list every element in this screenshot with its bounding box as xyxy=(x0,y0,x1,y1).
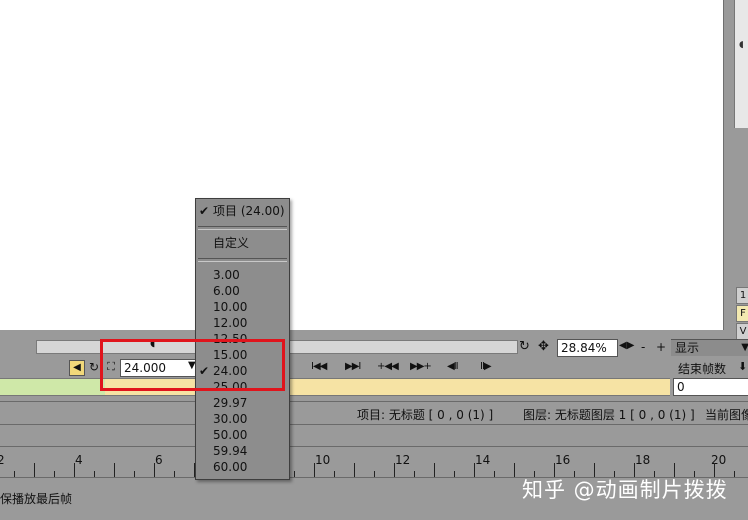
menu-divider xyxy=(198,258,287,262)
ruler-tick xyxy=(34,463,35,477)
zoom-step-icon[interactable]: ◀▶ xyxy=(619,340,634,351)
ruler-label: 2 xyxy=(0,453,5,467)
ruler-tick xyxy=(374,471,375,477)
add-next-button[interactable]: ▶▶+ xyxy=(410,361,432,372)
menu-item-label: 59.94 xyxy=(213,444,248,458)
view-select-value: 显示 xyxy=(675,341,700,355)
ruler-tick xyxy=(54,471,55,477)
menu-item-rate[interactable]: 60.00 xyxy=(196,459,289,475)
side-tabs: 1 F V xyxy=(736,287,748,341)
ruler-tick xyxy=(294,471,295,477)
layer-bar-start[interactable] xyxy=(0,378,105,396)
menu-item-rate[interactable]: 29.97 xyxy=(196,395,289,411)
watermark: 知乎 @动画制片拨拨 xyxy=(522,478,728,502)
status-text: 保播放最后帧 xyxy=(0,492,73,506)
project-info: 项目: 无标题 [ 0 , 0 (1) ] xyxy=(357,408,494,422)
ruler-tick xyxy=(734,471,735,477)
menu-divider xyxy=(198,226,287,230)
ruler-label: 4 xyxy=(75,453,83,467)
menu-item-label: 60.00 xyxy=(213,460,248,474)
side-tab-f[interactable]: F xyxy=(736,305,748,322)
menu-item-rate[interactable]: 30.00 xyxy=(196,411,289,427)
layer-info: 图层: 无标题图层 1 [ 0 , 0 (1) ] xyxy=(523,408,695,422)
menu-item-rate[interactable]: 12.00 xyxy=(196,315,289,331)
ruler-tick xyxy=(494,471,495,477)
menu-item-rate[interactable]: 59.94 xyxy=(196,443,289,459)
ruler-label: 16 xyxy=(555,453,571,467)
zoom-input[interactable]: 28.84% xyxy=(557,339,618,357)
ruler-label: 14 xyxy=(475,453,491,467)
side-tab-1[interactable]: 1 xyxy=(736,287,748,304)
menu-item-rate[interactable]: 6.00 xyxy=(196,283,289,299)
ruler-tick xyxy=(114,463,115,477)
zoom-in-button[interactable]: + xyxy=(656,340,666,354)
first-frame-button[interactable]: I◀◀ xyxy=(311,361,327,372)
current-image-info: 当前图像 xyxy=(705,408,748,422)
menu-item-label: 10.00 xyxy=(213,300,248,314)
ruler-tick xyxy=(174,471,175,477)
highlight-annotation xyxy=(100,339,285,391)
ruler-tick xyxy=(474,463,475,477)
view-select[interactable]: 显示 ▼ xyxy=(671,339,748,356)
menu-item-rate[interactable]: 50.00 xyxy=(196,427,289,443)
ruler-tick xyxy=(94,471,95,477)
step-forward-button[interactable]: II▶ xyxy=(480,361,492,372)
center-view-icon[interactable]: ✥ xyxy=(538,339,549,354)
scroll-dot-icon: ◖ xyxy=(739,40,744,50)
menu-item-label: 50.00 xyxy=(213,428,248,442)
menu-item-label: 3.00 xyxy=(213,268,240,282)
ruler-tick xyxy=(434,463,435,477)
zoom-out-button[interactable]: - xyxy=(641,340,645,354)
ruler-tick xyxy=(314,463,315,477)
last-frame-button[interactable]: ▶▶I xyxy=(345,361,361,372)
checkmark-icon: ✔ xyxy=(199,204,210,218)
ruler-tick xyxy=(334,471,335,477)
menu-item-label: 30.00 xyxy=(213,412,248,426)
menu-item-project[interactable]: ✔ 项目 (24.00) xyxy=(196,203,289,219)
ruler-tick xyxy=(514,463,515,477)
vertical-scrollbar[interactable] xyxy=(734,0,748,128)
ruler-tick xyxy=(454,471,455,477)
ruler-label: 6 xyxy=(155,453,163,467)
arrow-down-icon[interactable]: ⬇ xyxy=(738,360,747,373)
step-back-button[interactable]: ◀II xyxy=(447,361,459,372)
rotate-reset-icon[interactable]: ↻ xyxy=(519,339,530,354)
ruler-label: 12 xyxy=(395,453,411,467)
menu-item-label: 29.97 xyxy=(213,396,248,410)
frame-input[interactable]: 0 xyxy=(673,378,748,396)
chevron-down-icon: ▼ xyxy=(741,342,748,353)
ruler-tick xyxy=(14,471,15,477)
ruler-tick xyxy=(414,471,415,477)
ruler-tick xyxy=(354,463,355,477)
end-frame-label: 结束帧数 xyxy=(678,362,727,376)
menu-item-label: 6.00 xyxy=(213,284,240,298)
ruler-tick xyxy=(154,463,155,477)
loop-icon[interactable]: ↻ xyxy=(87,360,101,374)
speaker-icon[interactable]: ◀ xyxy=(69,360,85,376)
ruler-tick xyxy=(134,471,135,477)
menu-item-label: 12.00 xyxy=(213,316,248,330)
ruler-label: 10 xyxy=(315,453,331,467)
menu-item-custom[interactable]: 自定义 xyxy=(196,235,289,251)
add-prev-button[interactable]: +◀◀ xyxy=(377,361,399,372)
ruler-tick xyxy=(394,463,395,477)
side-tab-v[interactable]: V xyxy=(736,323,748,340)
menu-item-rate[interactable]: 3.00 xyxy=(196,267,289,283)
ruler-label: 18 xyxy=(635,453,651,467)
ruler-tick xyxy=(74,463,75,477)
menu-item-rate[interactable]: 10.00 xyxy=(196,299,289,315)
canvas-area[interactable] xyxy=(0,0,724,330)
